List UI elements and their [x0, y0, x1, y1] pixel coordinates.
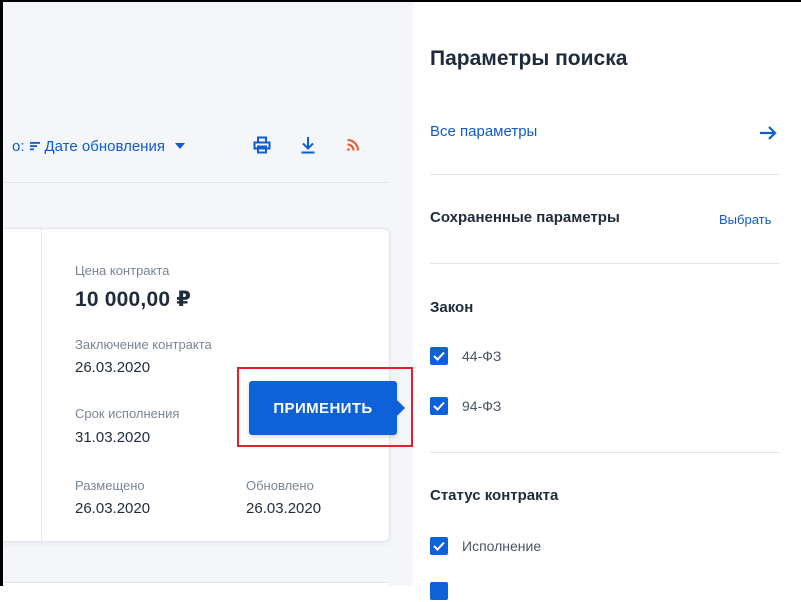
- updated-label: Обновлено: [246, 478, 314, 493]
- price-label: Цена контракта: [75, 263, 170, 278]
- search-params-panel: Параметры поиска Все параметры Сохраненн…: [413, 2, 801, 600]
- toolbar-divider: [3, 182, 389, 183]
- status-section-title: Статус контракта: [430, 487, 559, 504]
- updated-date: 26.03.2020: [246, 500, 322, 517]
- caret-down-icon: [174, 143, 185, 149]
- saved-params-label: Сохраненные параметры: [430, 209, 620, 226]
- download-icon[interactable]: [297, 134, 319, 156]
- law-checkbox-94[interactable]: 94-ФЗ: [430, 395, 501, 417]
- sort-control[interactable]: о: Дате обновления: [12, 135, 185, 157]
- conclusion-date: 26.03.2020: [75, 359, 151, 376]
- rss-icon[interactable]: [342, 134, 364, 156]
- divider: [430, 174, 780, 175]
- checkbox-checked-icon[interactable]: [430, 397, 448, 415]
- card-divider: [41, 229, 42, 541]
- panel-title: Параметры поиска: [430, 47, 628, 70]
- law-checkbox-44[interactable]: 44-ФЗ: [430, 345, 501, 367]
- arrow-right-icon[interactable]: [757, 122, 779, 144]
- next-card-edge: [3, 582, 389, 586]
- divider: [430, 263, 780, 264]
- status-checkbox-next[interactable]: [430, 580, 462, 602]
- price-value: 10 000,00 ₽: [75, 288, 192, 311]
- placed-date: 26.03.2020: [75, 500, 151, 517]
- sort-prefix: о:: [12, 137, 25, 155]
- highlight-box: [237, 367, 413, 447]
- checkbox-label: 94-ФЗ: [462, 398, 502, 414]
- placed-label: Размещено: [75, 478, 145, 493]
- checkbox-label: 44-ФЗ: [462, 348, 502, 364]
- checkbox-checked-icon[interactable]: [430, 537, 448, 555]
- results-area: о: Дате обновления Цена контракта 10 000…: [3, 2, 413, 586]
- term-date: 31.03.2020: [75, 429, 151, 446]
- checkbox-label: Исполнение: [462, 538, 542, 554]
- print-icon[interactable]: [251, 134, 273, 156]
- all-params-link[interactable]: Все параметры: [430, 123, 537, 140]
- conclusion-label: Заключение контракта: [75, 337, 212, 352]
- sort-icon: [29, 140, 41, 152]
- results-toolbar: о: Дате обновления: [3, 2, 410, 182]
- term-label: Срок исполнения: [75, 406, 180, 421]
- sort-value: Дате обновления: [44, 137, 165, 155]
- choose-link[interactable]: Выбрать: [719, 212, 771, 227]
- law-section-title: Закон: [430, 299, 474, 316]
- checkbox-checked-icon[interactable]: [430, 347, 448, 365]
- checkbox-checked-icon[interactable]: [430, 582, 448, 600]
- status-checkbox-execution[interactable]: Исполнение: [430, 535, 541, 557]
- divider: [430, 452, 780, 453]
